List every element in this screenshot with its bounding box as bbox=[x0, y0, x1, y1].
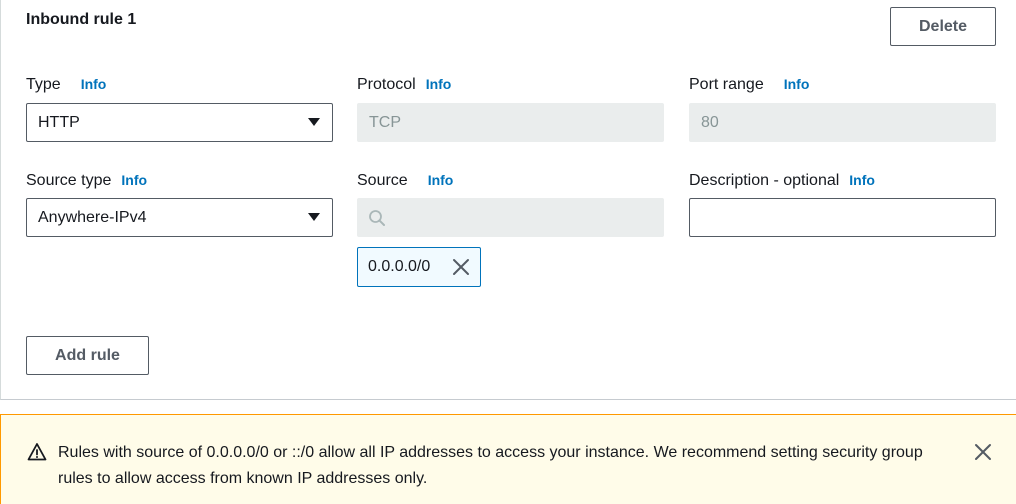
source-label: Source Info bbox=[357, 172, 453, 190]
rule-title: Inbound rule 1 bbox=[26, 11, 137, 28]
source-label-text: Source bbox=[357, 172, 408, 189]
delete-rule-button[interactable]: Delete bbox=[890, 7, 996, 46]
type-select-value: HTTP bbox=[38, 113, 80, 131]
source-info-link[interactable]: Info bbox=[428, 172, 454, 188]
source-search-input[interactable] bbox=[357, 198, 664, 237]
add-rule-button[interactable]: Add rule bbox=[26, 336, 149, 375]
description-input[interactable] bbox=[689, 198, 996, 237]
source-type-label: Source type Info bbox=[26, 172, 147, 190]
port-range-info-link[interactable]: Info bbox=[784, 76, 810, 92]
caret-down-icon bbox=[308, 118, 320, 126]
type-select[interactable]: HTTP bbox=[26, 103, 333, 142]
protocol-label: Protocol Info bbox=[357, 76, 451, 94]
description-label: Description - optional Info bbox=[689, 172, 875, 190]
warning-triangle-icon bbox=[27, 443, 47, 461]
description-info-link[interactable]: Info bbox=[849, 172, 875, 188]
warning-text: Rules with source of 0.0.0.0/0 or ::/0 a… bbox=[58, 444, 923, 487]
type-info-link[interactable]: Info bbox=[81, 76, 107, 92]
type-label: Type Info bbox=[26, 76, 106, 94]
inbound-rule-card: Inbound rule 1 Delete Type Info Protocol… bbox=[0, 0, 1016, 400]
warning-banner: Rules with source of 0.0.0.0/0 or ::/0 a… bbox=[0, 414, 1016, 504]
protocol-value: TCP bbox=[369, 113, 401, 131]
source-type-info-link[interactable]: Info bbox=[121, 172, 147, 188]
protocol-field: TCP bbox=[357, 103, 664, 142]
source-token: 0.0.0.0/0 bbox=[357, 247, 481, 287]
source-token-label: 0.0.0.0/0 bbox=[368, 258, 431, 275]
security-group-rules-page: Inbound rule 1 Delete Type Info Protocol… bbox=[0, 0, 1016, 504]
description-label-text: Description - optional bbox=[689, 172, 840, 189]
port-range-value: 80 bbox=[701, 113, 719, 131]
source-type-select[interactable]: Anywhere-IPv4 bbox=[26, 198, 333, 237]
source-type-label-text: Source type bbox=[26, 172, 112, 189]
source-type-select-value: Anywhere-IPv4 bbox=[38, 208, 147, 226]
port-range-label: Port range Info bbox=[689, 76, 809, 94]
caret-down-icon bbox=[308, 213, 320, 221]
protocol-info-link[interactable]: Info bbox=[426, 76, 452, 92]
close-icon[interactable] bbox=[973, 442, 993, 462]
protocol-label-text: Protocol bbox=[357, 76, 416, 93]
port-range-label-text: Port range bbox=[689, 76, 764, 93]
search-icon bbox=[369, 209, 385, 226]
type-label-text: Type bbox=[26, 76, 61, 93]
close-icon[interactable] bbox=[452, 258, 470, 276]
port-range-field: 80 bbox=[689, 103, 996, 142]
